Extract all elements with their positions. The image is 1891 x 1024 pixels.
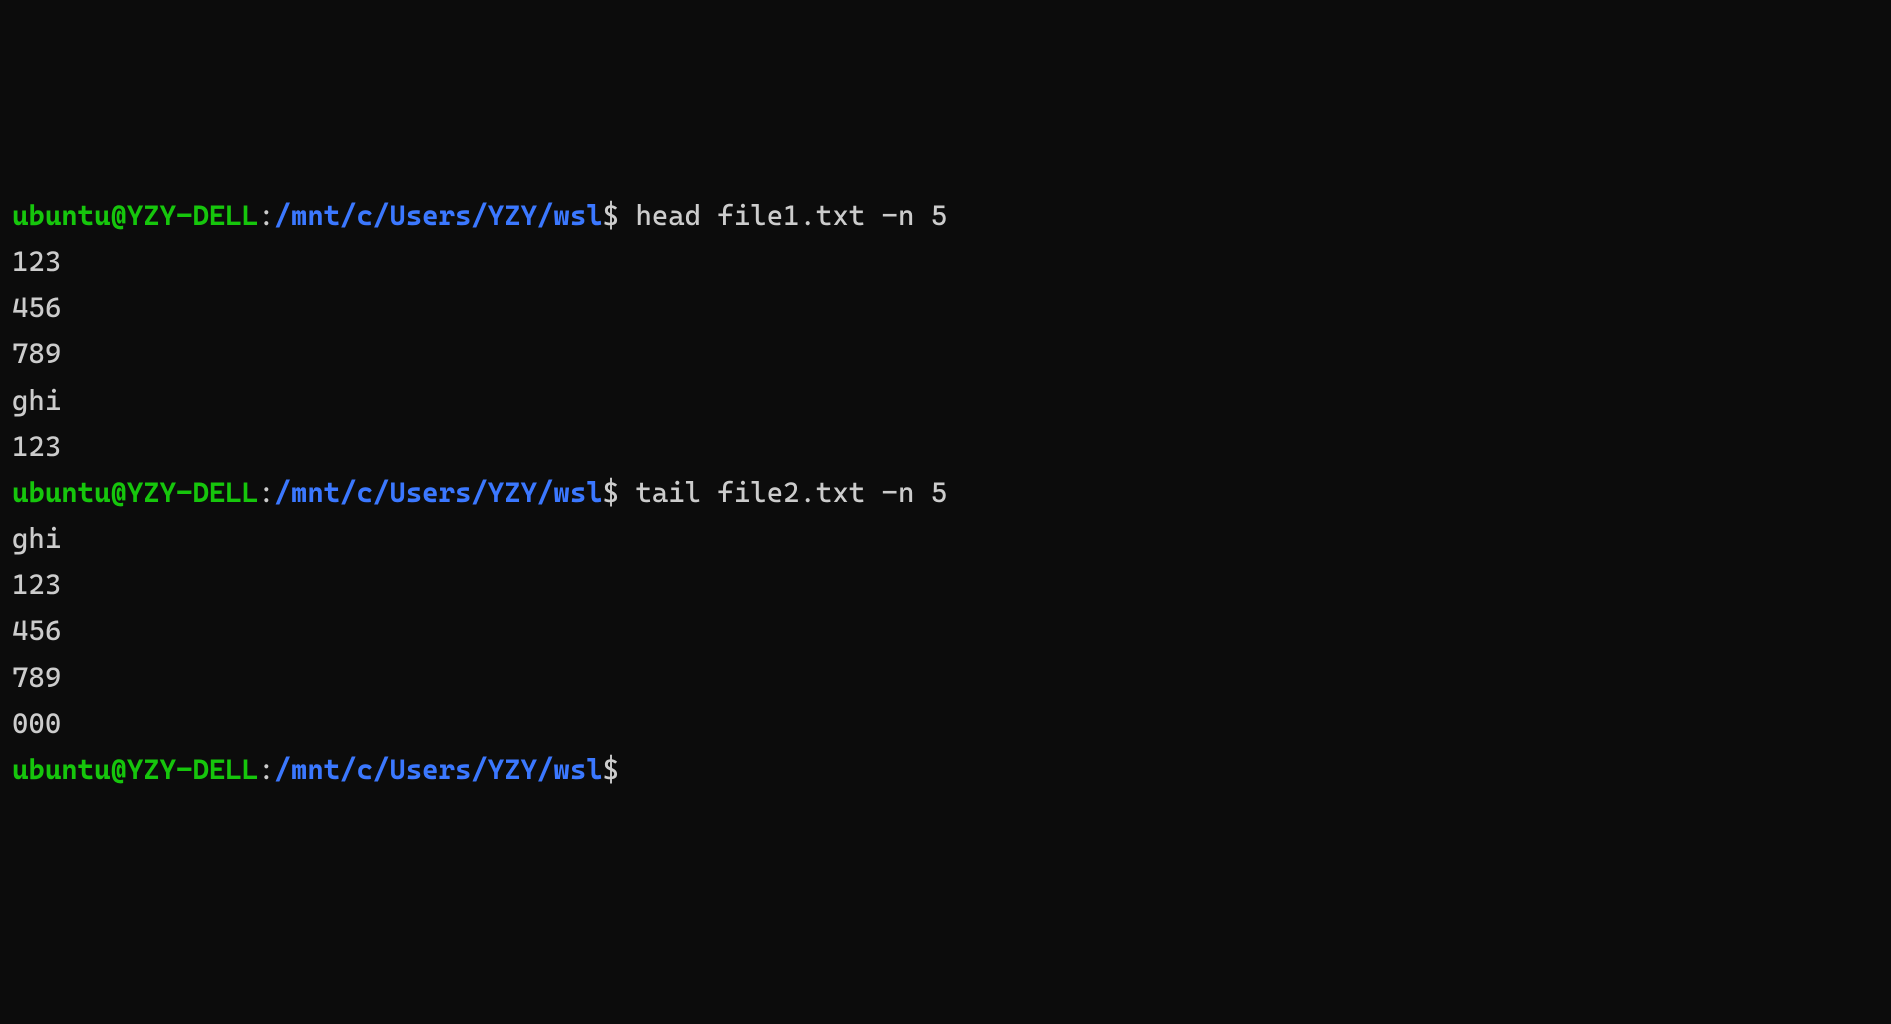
command-1: head file1.txt -n 5 [619,199,947,232]
prompt-sep: : [258,753,274,786]
output-line: 000 [12,701,1879,747]
output-line: ghi [12,516,1879,562]
command-2: tail file2.txt -n 5 [619,476,947,509]
prompt-user: ubuntu@YZY-DELL [12,753,258,786]
output-line: ghi [12,378,1879,424]
prompt-path: /mnt/c/Users/YZY/wsl [275,753,603,786]
prompt-user: ubuntu@YZY-DELL [12,199,258,232]
output-line: 123 [12,239,1879,285]
terminal-window[interactable]: ubuntu@YZY-DELL:/mnt/c/Users/YZY/wsl$ he… [12,193,1879,793]
output-line: 456 [12,608,1879,654]
prompt-sep: : [258,199,274,232]
output-line: 789 [12,655,1879,701]
prompt-path: /mnt/c/Users/YZY/wsl [275,476,603,509]
prompt-line-2: ubuntu@YZY-DELL:/mnt/c/Users/YZY/wsl$ ta… [12,470,1879,516]
output-line: 789 [12,331,1879,377]
prompt-user: ubuntu@YZY-DELL [12,476,258,509]
output-line: 123 [12,562,1879,608]
prompt-dollar: $ [603,476,619,509]
output-line: 123 [12,424,1879,470]
prompt-line-1: ubuntu@YZY-DELL:/mnt/c/Users/YZY/wsl$ he… [12,193,1879,239]
command-input[interactable] [619,753,635,786]
prompt-dollar: $ [603,753,619,786]
prompt-line-3[interactable]: ubuntu@YZY-DELL:/mnt/c/Users/YZY/wsl$ [12,747,1879,793]
prompt-sep: : [258,476,274,509]
prompt-path: /mnt/c/Users/YZY/wsl [275,199,603,232]
output-line: 456 [12,285,1879,331]
prompt-dollar: $ [603,199,619,232]
